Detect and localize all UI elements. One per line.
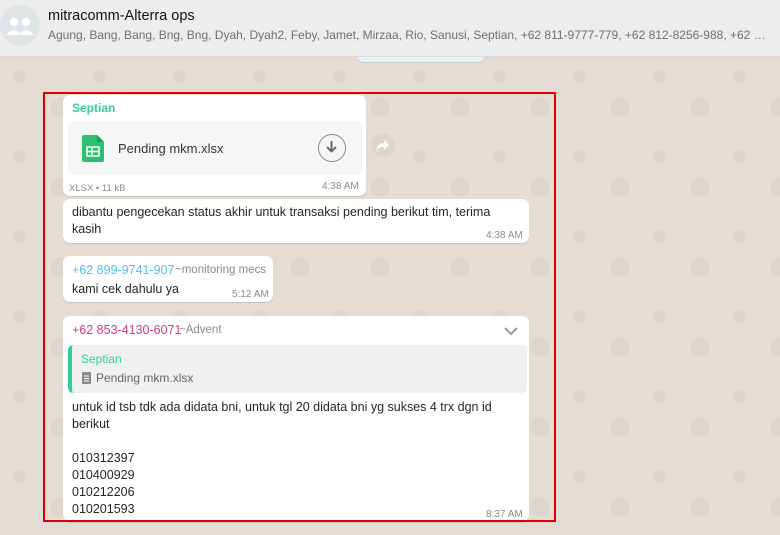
chat-header[interactable]: mitracomm-Alterra ops Agung, Bang, Bang,… (0, 0, 780, 57)
group-avatar-icon[interactable] (0, 5, 40, 45)
previous-message-edge (358, 57, 484, 62)
group-members[interactable]: Agung, Bang, Bang, Bng, Bng, Dyah, Dyah2… (48, 28, 770, 42)
highlight-box (43, 92, 556, 522)
group-title[interactable]: mitracomm-Alterra ops (48, 8, 195, 24)
